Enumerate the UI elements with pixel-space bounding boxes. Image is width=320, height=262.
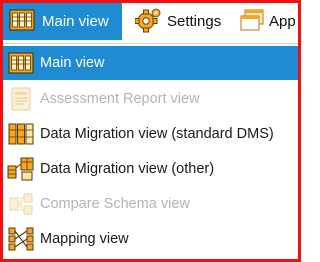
- mapping-view-icon: [7, 225, 35, 253]
- menu-item-compare-schema-view[interactable]: Compare Schema view: [3, 187, 298, 221]
- app-label: App: [269, 13, 296, 30]
- menu-item-data-migration-other[interactable]: Data Migration view (other): [3, 152, 298, 186]
- settings-button[interactable]: Settings: [134, 3, 222, 40]
- app-button[interactable]: App: [240, 3, 296, 40]
- gear-icon: [134, 7, 161, 37]
- menu-item-main-view[interactable]: Main view: [3, 46, 298, 80]
- menu-item-assessment-report-view[interactable]: Assessment Report view: [3, 82, 298, 116]
- main-view-icon: [9, 8, 35, 36]
- screenshot-frame: Main view Settings App Main view Assessm…: [0, 0, 301, 262]
- settings-label: Settings: [167, 13, 222, 30]
- menu-item-label: Data Migration view (standard DMS): [40, 126, 274, 142]
- menu-item-label: Mapping view: [40, 231, 129, 247]
- compare-schema-icon: [7, 190, 35, 218]
- view-toolbar: Main view Settings App: [3, 3, 298, 40]
- menu-item-label: Assessment Report view: [40, 91, 200, 107]
- data-migration-standard-icon: [7, 120, 35, 148]
- menu-item-label: Compare Schema view: [40, 196, 190, 212]
- menu-item-data-migration-standard[interactable]: Data Migration view (standard DMS): [3, 117, 298, 151]
- app-windows-icon: [240, 8, 264, 36]
- data-migration-other-icon: [7, 155, 35, 183]
- menu-item-mapping-view[interactable]: Mapping view: [3, 222, 298, 256]
- menu-item-label: Data Migration view (other): [40, 161, 215, 177]
- main-view-dropdown-button[interactable]: Main view: [3, 3, 122, 40]
- main-view-icon: [7, 49, 35, 77]
- menu-item-label: Main view: [40, 55, 105, 71]
- assessment-report-icon: [7, 85, 35, 113]
- view-menu: Main view Assessment Report view Data Mi…: [3, 43, 298, 259]
- main-view-button-label: Main view: [42, 13, 109, 30]
